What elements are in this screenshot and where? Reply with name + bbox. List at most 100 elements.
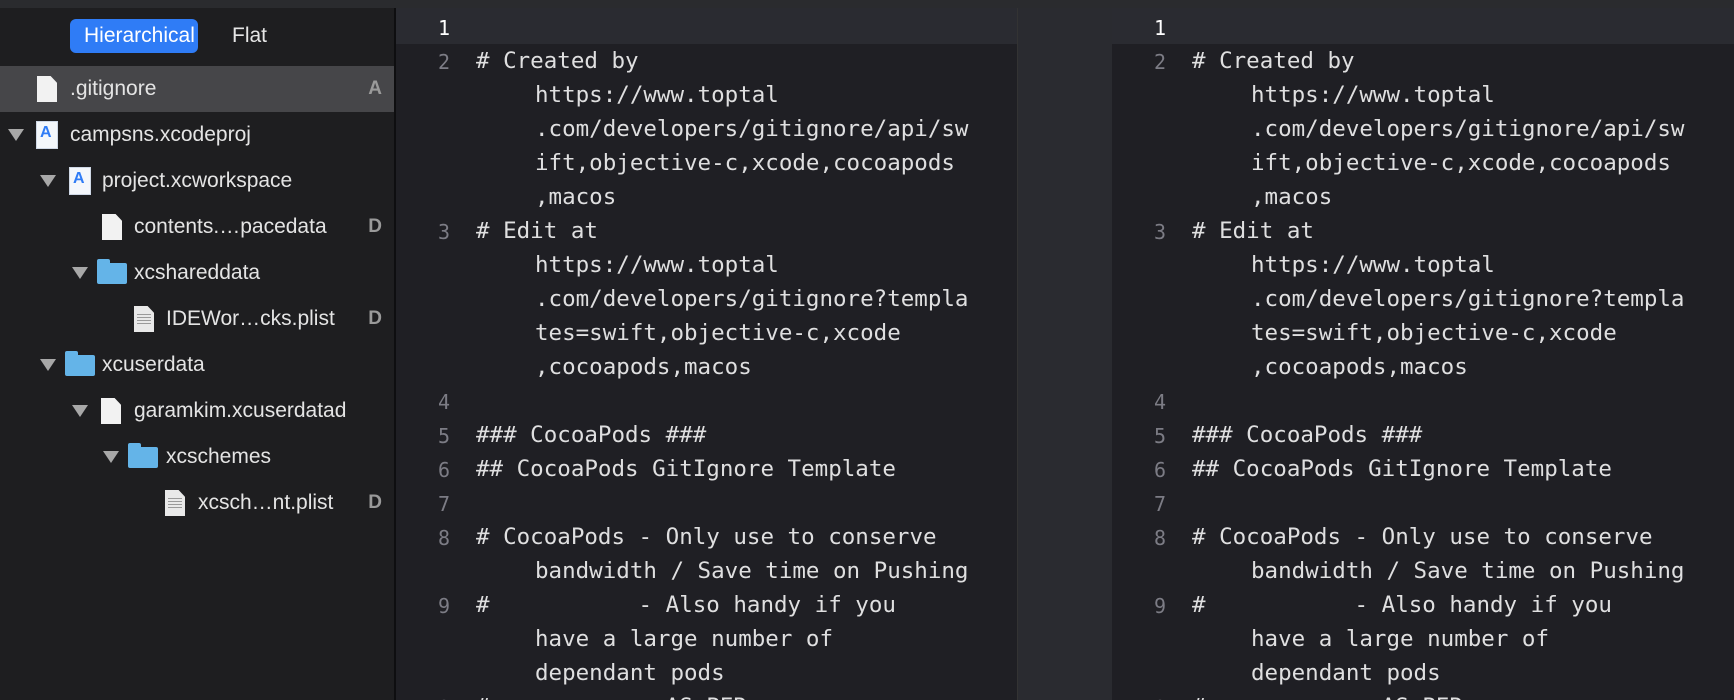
code-view-right[interactable]: 1 2 # Created by https://www.toptal .com/dev… xyxy=(1112,14,1734,700)
folder-icon xyxy=(97,258,127,284)
line-number: 6 xyxy=(437,458,450,482)
code-line[interactable]: 8 # CocoaPods - Only use to conserve bandw… xyxy=(396,524,1017,592)
disclosure-triangle-icon[interactable] xyxy=(72,267,88,279)
code-text: # CocoaPods - Only use to conserve xyxy=(1192,524,1653,550)
hierarchical-toggle[interactable]: Hierarchical xyxy=(70,19,198,53)
tree-item-campsns-xcodeproj[interactable]: campsns.xcodeproj xyxy=(0,112,394,158)
code-line[interactable]: 9 # - Also handy if you have a large numbe… xyxy=(396,592,1017,694)
code-text-wrapped: https://www.toptal xyxy=(535,252,779,278)
code-text-wrapped: ,cocoapods,macos xyxy=(535,354,752,380)
code-text-wrapped: bandwidth / Save time on Pushing xyxy=(1251,558,1685,584)
code-text-wrapped: tes=swift,objective-c,xcode xyxy=(1251,320,1617,346)
tree-item-gitignore[interactable]: .gitignore A xyxy=(0,66,394,112)
line-number: 1 xyxy=(1153,16,1166,40)
editor-pane-right[interactable]: 1 2 # Created by https://www.toptal .com/dev… xyxy=(1112,8,1734,700)
code-line[interactable]: 4 xyxy=(1112,388,1734,422)
line-number: 3 xyxy=(1153,220,1166,244)
tree-item-contents-xcworkspacedata[interactable]: contents.…pacedata D xyxy=(0,204,394,250)
folder-icon xyxy=(65,350,95,376)
status-badge: D xyxy=(368,492,382,513)
plist-icon xyxy=(165,490,185,516)
code-text-wrapped: https://www.toptal xyxy=(1251,82,1495,108)
code-view-left[interactable]: 1 2 # Created by https://www.toptal .com/dev… xyxy=(396,14,1017,700)
tree-item-xcschemes[interactable]: xcschemes xyxy=(0,434,394,480)
code-line[interactable]: 4 xyxy=(396,388,1017,422)
code-line[interactable]: 3 # Edit at https://www.toptal .com/develop… xyxy=(396,218,1017,388)
code-line[interactable]: 10 # - AS PER xyxy=(396,694,1017,700)
tree-item-label: contents.…pacedata xyxy=(134,215,327,238)
tree-item-xcschememanagement-plist[interactable]: xcsch…nt.plist D xyxy=(0,480,394,526)
editor-pane-left[interactable]: 1 2 # Created by https://www.toptal .com/dev… xyxy=(396,8,1017,700)
plist-icon xyxy=(134,306,154,332)
code-line[interactable]: 2 # Created by https://www.toptal .com/deve… xyxy=(1112,48,1734,218)
code-text-wrapped: .com/developers/gitignore/api/sw xyxy=(535,116,969,142)
tree-item-ideworkspacechecks-plist[interactable]: IDEWor…cks.plist D xyxy=(0,296,394,342)
code-line[interactable]: 7 xyxy=(1112,490,1734,524)
status-badge: D xyxy=(368,216,382,237)
code-text-wrapped: ,cocoapods,macos xyxy=(1251,354,1468,380)
tree-item-label: project.xcworkspace xyxy=(102,169,293,192)
tree-item-project-xcworkspace[interactable]: project.xcworkspace xyxy=(0,158,394,204)
code-text: ## CocoaPods GitIgnore Template xyxy=(476,456,896,482)
code-line[interactable]: 1 xyxy=(396,14,1017,48)
line-number: 4 xyxy=(1153,390,1166,414)
code-line[interactable]: 9 # - Also handy if you have a large numbe… xyxy=(1112,592,1734,694)
tree-item-xcuserdata[interactable]: xcuserdata xyxy=(0,342,394,388)
status-badge: A xyxy=(368,78,382,99)
line-number: 6 xyxy=(1153,458,1166,482)
code-line[interactable]: 6 ## CocoaPods GitIgnore Template xyxy=(1112,456,1734,490)
code-text: # - AS PER xyxy=(476,694,747,700)
view-mode-segmented-control: Hierarchical Flat xyxy=(70,19,289,53)
code-text-wrapped: have a large number of xyxy=(1251,626,1550,652)
line-number: 9 xyxy=(437,594,450,618)
file-icon xyxy=(101,398,121,424)
flat-toggle[interactable]: Flat xyxy=(210,19,289,53)
line-number: 4 xyxy=(437,390,450,414)
code-line[interactable]: 7 xyxy=(396,490,1017,524)
line-number: 10 xyxy=(1134,696,1166,700)
code-text-wrapped: ift,objective-c,xcode,cocoapods xyxy=(1251,150,1671,176)
code-text-wrapped: ,macos xyxy=(535,184,617,210)
line-number: 3 xyxy=(437,220,450,244)
code-line[interactable]: 3 # Edit at https://www.toptal .com/develop… xyxy=(1112,218,1734,388)
line-number: 7 xyxy=(1153,492,1166,516)
code-text: ### CocoaPods ### xyxy=(476,422,707,448)
code-text: # Edit at xyxy=(1192,218,1314,244)
code-text-wrapped: https://www.toptal xyxy=(535,82,779,108)
code-line[interactable]: 2 # Created by https://www.toptal .com/deve… xyxy=(396,48,1017,218)
code-line[interactable]: 5 ### CocoaPods ### xyxy=(1112,422,1734,456)
tree-item-garamkim-xcuserdatad[interactable]: garamkim.xcuserdatad xyxy=(0,388,394,434)
code-text-wrapped: .com/developers/gitignore?templa xyxy=(535,286,969,312)
code-line[interactable]: 5 ### CocoaPods ### xyxy=(396,422,1017,456)
code-text: ### CocoaPods ### xyxy=(1192,422,1423,448)
tree-item-label: xcsch…nt.plist xyxy=(198,491,334,514)
code-line[interactable]: 8 # CocoaPods - Only use to conserve bandw… xyxy=(1112,524,1734,592)
file-icon xyxy=(37,76,57,102)
code-text-wrapped: ,macos xyxy=(1251,184,1333,210)
code-line[interactable]: 6 ## CocoaPods GitIgnore Template xyxy=(396,456,1017,490)
tree-item-label: xcschemes xyxy=(166,445,272,468)
code-text: # Created by xyxy=(1192,48,1355,74)
disclosure-triangle-icon[interactable] xyxy=(103,451,119,463)
code-text-wrapped: https://www.toptal xyxy=(1251,252,1495,278)
tree-item-xcshareddata[interactable]: xcshareddata xyxy=(0,250,394,296)
code-line[interactable]: 1 xyxy=(1112,14,1734,48)
code-text: # Created by xyxy=(476,48,639,74)
comparison-gutter xyxy=(1017,8,1114,700)
code-text-wrapped: tes=swift,objective-c,xcode xyxy=(535,320,901,346)
line-number: 5 xyxy=(437,424,450,448)
disclosure-triangle-icon[interactable] xyxy=(72,405,88,417)
changes-sidebar: Hierarchical Flat .gitignore A campsns.x… xyxy=(0,8,396,700)
folder-icon xyxy=(128,442,158,468)
disclosure-triangle-icon[interactable] xyxy=(40,359,56,371)
line-number: 8 xyxy=(437,526,450,550)
code-text: # - Also handy if you xyxy=(476,592,896,618)
code-line[interactable]: 10 # - AS PER xyxy=(1112,694,1734,700)
status-badge: D xyxy=(368,308,382,329)
tree-item-label: xcuserdata xyxy=(102,353,205,376)
line-number: 7 xyxy=(437,492,450,516)
line-number: 2 xyxy=(1153,50,1166,74)
xcodeproj-icon xyxy=(36,121,58,149)
disclosure-triangle-icon[interactable] xyxy=(40,175,56,187)
disclosure-triangle-icon[interactable] xyxy=(8,129,24,141)
